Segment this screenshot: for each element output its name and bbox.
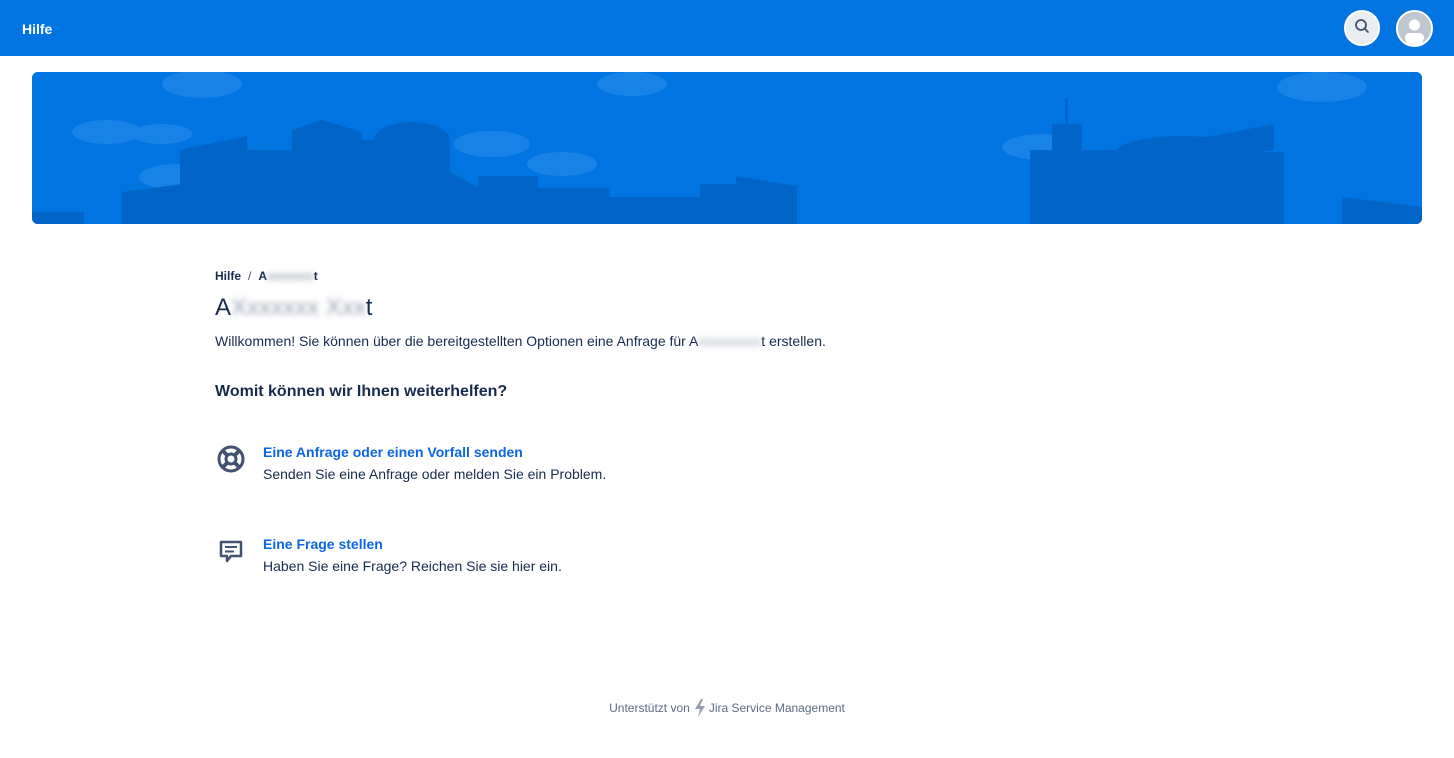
search-icon [1354, 18, 1370, 39]
help-section-heading: Womit können wir Ihnen weiterhelfen? [215, 383, 508, 400]
portal-title-prefix: A [215, 294, 232, 321]
breadcrumb-portal-link[interactable]: Axxxxxxxt [258, 269, 317, 283]
skyline-illustration [32, 72, 1422, 224]
user-avatar-icon [1398, 12, 1431, 45]
request-type-title[interactable]: Eine Frage stellen [263, 535, 383, 553]
welcome-message: Willkommen! Sie können über die bereitge… [215, 332, 826, 350]
search-button[interactable] [1344, 10, 1380, 46]
jira-bolt-icon [694, 699, 706, 717]
request-type-description: Senden Sie eine Anfrage oder melden Sie … [263, 466, 607, 482]
lifebuoy-icon [215, 443, 247, 475]
request-type-title[interactable]: Eine Anfrage oder einen Vorfall senden [263, 443, 523, 461]
chat-icon [215, 535, 247, 567]
welcome-text-start: Willkommen! Sie können über die bereitge… [215, 333, 699, 349]
request-type-description: Haben Sie eine Frage? Reichen Sie sie hi… [263, 558, 562, 574]
portal-title-redacted: Xxxxxxx Xxx [231, 294, 366, 321]
portal-title: AXxxxxxx Xxxt [215, 294, 372, 322]
top-navigation-bar: Hilfe [0, 0, 1454, 56]
welcome-redacted: xxxxxxxxx [698, 333, 762, 349]
breadcrumb-help-link[interactable]: Hilfe [215, 269, 241, 283]
user-avatar-button[interactable] [1396, 10, 1433, 47]
welcome-text-end: t erstellen. [761, 333, 826, 349]
powered-by-footer: Unterstützt von Jira Service Management [0, 698, 1454, 718]
footer-prefix: Unterstützt von [609, 701, 690, 715]
portal-title-suffix: t [365, 294, 373, 321]
breadcrumb-portal-suffix: t [313, 269, 318, 283]
request-type-ask-question[interactable]: Eine Frage stellen Haben Sie eine Frage?… [215, 535, 915, 585]
help-center-home-link[interactable]: Hilfe [22, 20, 52, 38]
breadcrumb-portal-redacted: xxxxxxx [267, 269, 314, 283]
breadcrumb: Hilfe / Axxxxxxxt [215, 269, 318, 283]
breadcrumb-separator: / [248, 269, 252, 283]
jira-service-management-link[interactable]: Jira Service Management [709, 701, 845, 715]
request-type-submit-request[interactable]: Eine Anfrage oder einen Vorfall senden S… [215, 443, 915, 493]
breadcrumb-portal-prefix: A [258, 269, 268, 283]
portal-banner [32, 72, 1422, 224]
